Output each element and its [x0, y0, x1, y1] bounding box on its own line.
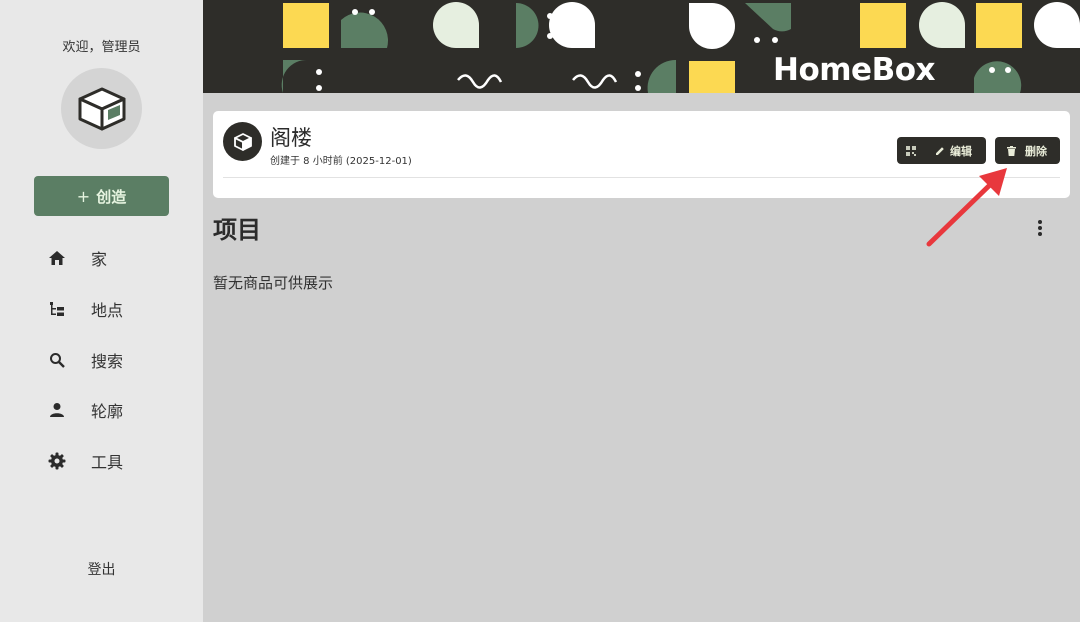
search-icon	[47, 350, 67, 370]
sidebar-item-label: 搜索	[91, 351, 124, 371]
annotation-arrow-icon	[926, 168, 1007, 247]
header-banner: HomeBox	[203, 0, 1080, 93]
avatar[interactable]	[61, 68, 142, 149]
sidebar-item-tools[interactable]: 工具	[0, 436, 203, 487]
logout-button[interactable]: 登出	[0, 559, 203, 579]
qr-code-icon	[906, 145, 916, 156]
tree-icon	[47, 299, 67, 319]
box-logo-icon	[78, 87, 125, 130]
create-button-label: 创造	[96, 187, 127, 206]
pencil-icon	[936, 146, 944, 155]
person-icon	[47, 400, 67, 420]
gear-icon	[47, 451, 67, 471]
brand-logo: HomeBox	[773, 52, 936, 88]
edit-button[interactable]: 编辑	[897, 137, 986, 164]
location-created: 创建于 8 小时前 (2025-12-01)	[270, 156, 412, 167]
empty-items-message: 暂无商品可供展示	[213, 274, 334, 292]
more-options-icon[interactable]	[1030, 218, 1050, 238]
items-section-title: 项目	[213, 216, 261, 244]
delete-button-label: 删除	[1025, 144, 1047, 158]
delete-button[interactable]: 删除	[995, 137, 1060, 164]
sidebar-item-label: 家	[91, 250, 108, 270]
edit-button-label: 编辑	[950, 144, 972, 158]
sidebar-item-search[interactable]: 搜索	[0, 334, 203, 385]
location-box-icon	[223, 122, 262, 161]
sidebar-item-home[interactable]: 家	[0, 233, 203, 284]
sidebar-item-label: 工具	[91, 453, 124, 473]
create-button[interactable]: + 创造	[34, 176, 169, 216]
sidebar-item-locations[interactable]: 地点	[0, 284, 203, 335]
trash-icon	[1007, 145, 1016, 156]
sidebar-item-label: 轮廓	[91, 402, 124, 422]
location-title: 阁楼	[270, 126, 312, 150]
sidebar-nav: 家 地点 搜索 轮廓 工具	[0, 233, 203, 486]
home-icon	[47, 248, 67, 268]
sidebar-item-profile[interactable]: 轮廓	[0, 385, 203, 436]
sidebar: 欢迎，管理员 + 创造 家 地点 搜索 轮廓 工具 登出	[0, 0, 203, 622]
banner-pattern	[281, 2, 1080, 93]
welcome-text: 欢迎，管理员	[62, 40, 141, 55]
sidebar-item-label: 地点	[91, 301, 124, 321]
plus-icon: +	[76, 186, 91, 206]
